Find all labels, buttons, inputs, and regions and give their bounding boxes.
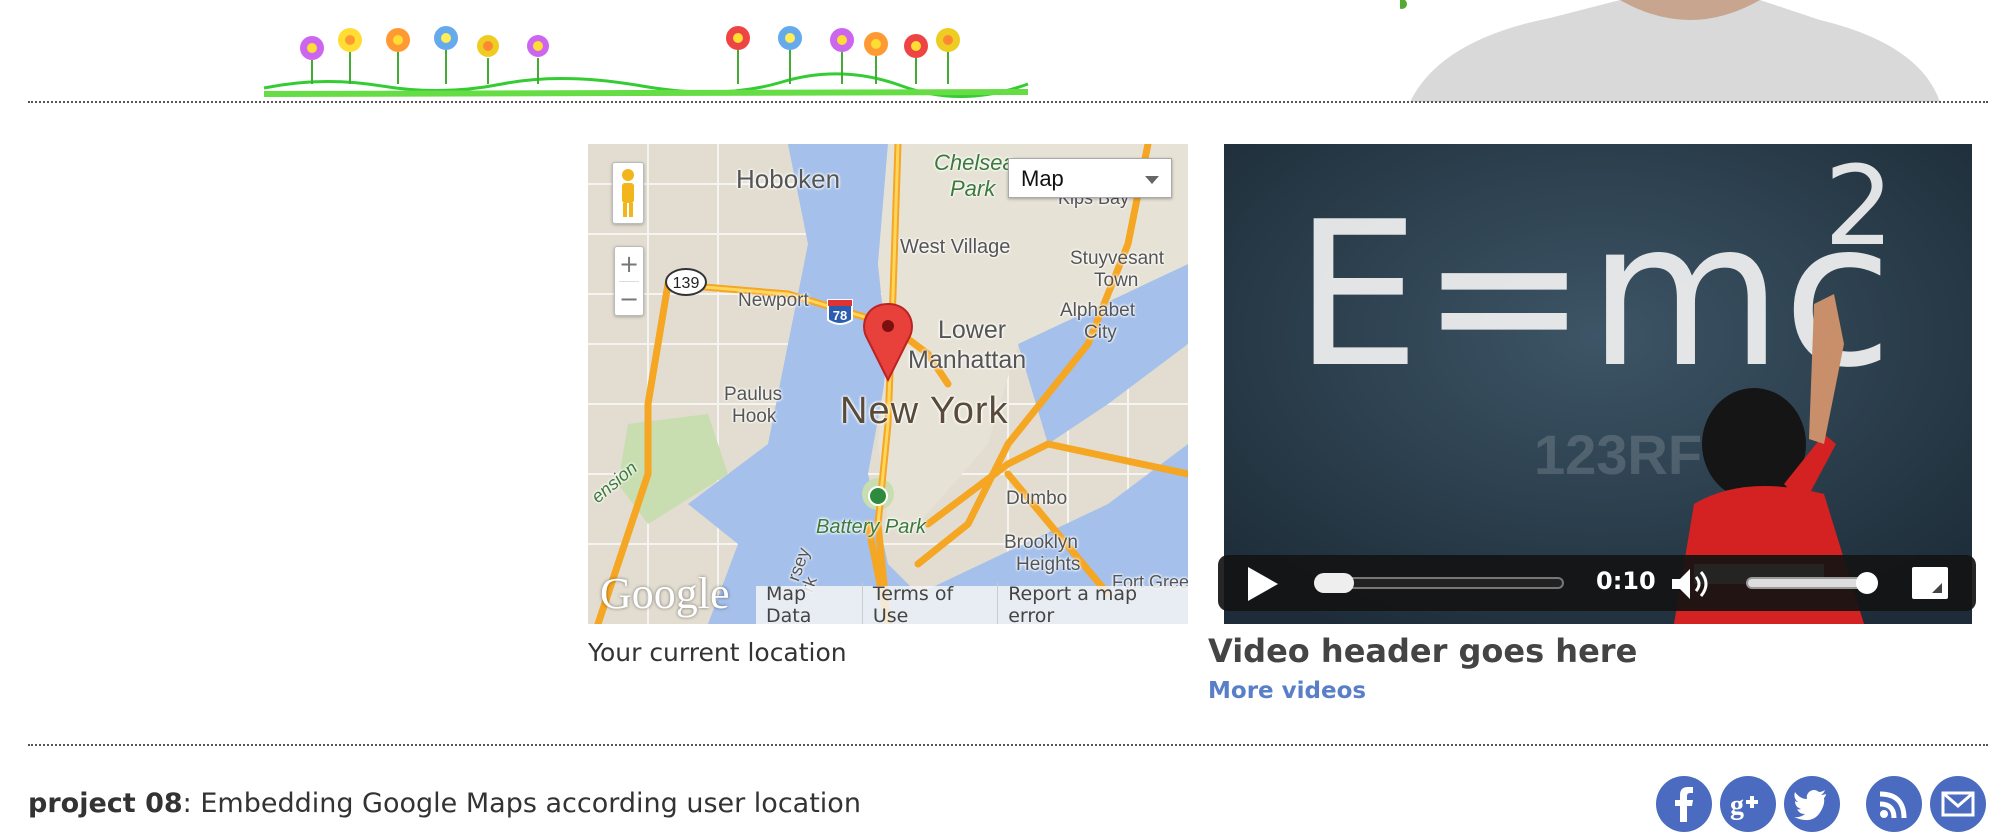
volume-slider[interactable]: [1746, 577, 1868, 589]
email-button[interactable]: [1930, 776, 1986, 832]
google-plus-button[interactable]: g: [1720, 776, 1776, 832]
project-label: project 08: [28, 788, 183, 819]
board-equation: E=mc: [1294, 179, 1893, 412]
map-label-hook: Hook: [732, 406, 777, 427]
video-title: Video header goes here: [1208, 632, 1638, 670]
zoom-controls: + −: [614, 246, 644, 316]
project-description: : Embedding Google Maps according user l…: [182, 788, 861, 819]
board-exponent: 2: [1824, 144, 1894, 270]
play-button[interactable]: [1248, 567, 1278, 601]
map-label-heights: Heights: [1016, 554, 1081, 575]
report-map-error-link[interactable]: Report a map error: [997, 583, 1188, 624]
map-label-hoboken: Hoboken: [736, 164, 841, 194]
map-data-link[interactable]: Map Data: [756, 583, 862, 624]
map-label-manhattan: Manhattan: [908, 346, 1027, 374]
fullscreen-icon: [1932, 583, 1942, 593]
map-label-paulus: Paulus: [724, 384, 783, 405]
page-header: [0, 0, 1996, 102]
map-label-chelsea: Chelsea: [934, 150, 1015, 175]
progress-handle[interactable]: [1314, 573, 1354, 593]
map-type-value: Map: [1021, 166, 1064, 191]
map-label-city: City: [1084, 322, 1117, 343]
map-label-town: Town: [1094, 270, 1139, 291]
map-canvas[interactable]: 139 78: [588, 144, 1188, 624]
volume-handle[interactable]: [1856, 572, 1878, 594]
map-label-battery-park: Battery Park: [816, 516, 927, 538]
time-display: 0:10: [1596, 567, 1656, 595]
svg-text:g: g: [1730, 790, 1744, 821]
map-type-select[interactable]: Map: [1008, 158, 1172, 198]
map-label-lower: Lower: [938, 316, 1007, 344]
route-139-label: 139: [673, 275, 700, 292]
watermark: 123RF: [1534, 423, 1702, 486]
map-embed[interactable]: 139 78 Hoboken Chelsea Park Kips Bay Wes…: [588, 144, 1188, 624]
email-icon: [1941, 791, 1975, 817]
video-player[interactable]: E=mc 2 123RF: [1224, 144, 1972, 624]
map-label-brooklyn: Brooklyn: [1004, 532, 1078, 553]
zoom-out-button[interactable]: −: [615, 282, 643, 316]
zoom-in-button[interactable]: +: [615, 247, 643, 281]
chevron-down-icon: [1145, 176, 1159, 184]
street-view-pegman[interactable]: [612, 162, 644, 224]
pegman-icon: [622, 169, 634, 217]
map-label-newport: Newport: [738, 290, 809, 311]
map-label-alphabet: Alphabet: [1060, 300, 1136, 321]
map-label-west-village: West Village: [900, 236, 1011, 258]
rss-icon: [1879, 791, 1907, 819]
rss-button[interactable]: [1866, 776, 1922, 832]
flowers-illustration: [263, 26, 1029, 98]
route-78-label: 78: [833, 308, 847, 323]
volume-icon[interactable]: [1670, 567, 1718, 601]
facebook-button[interactable]: [1656, 776, 1712, 832]
fullscreen-button[interactable]: [1912, 567, 1948, 599]
header-portrait-image: [1400, 0, 1940, 102]
map-caption: Your current location: [588, 638, 847, 667]
map-footer-links: Map Data Terms of Use Report a map error: [756, 583, 1188, 624]
footer-project-text: project 08: Embedding Google Maps accord…: [28, 788, 861, 819]
bottom-divider: [28, 744, 1988, 746]
map-label-park: Park: [950, 176, 996, 201]
terms-of-use-link[interactable]: Terms of Use: [861, 583, 997, 624]
google-logo: Google: [600, 569, 730, 618]
twitter-icon: [1794, 790, 1826, 821]
top-divider: [28, 101, 1988, 103]
map-label-new-york: New York: [840, 390, 1009, 432]
twitter-button[interactable]: [1784, 776, 1840, 832]
more-videos-link[interactable]: More videos: [1208, 678, 1366, 704]
video-controls: 0:10: [1218, 555, 1976, 611]
google-plus-icon: g: [1730, 790, 1758, 821]
map-label-stuyvesant: Stuyvesant: [1070, 248, 1164, 269]
facebook-icon: [1675, 787, 1693, 822]
map-label-dumbo: Dumbo: [1006, 488, 1068, 509]
video-poster: E=mc 2 123RF: [1224, 144, 1972, 624]
